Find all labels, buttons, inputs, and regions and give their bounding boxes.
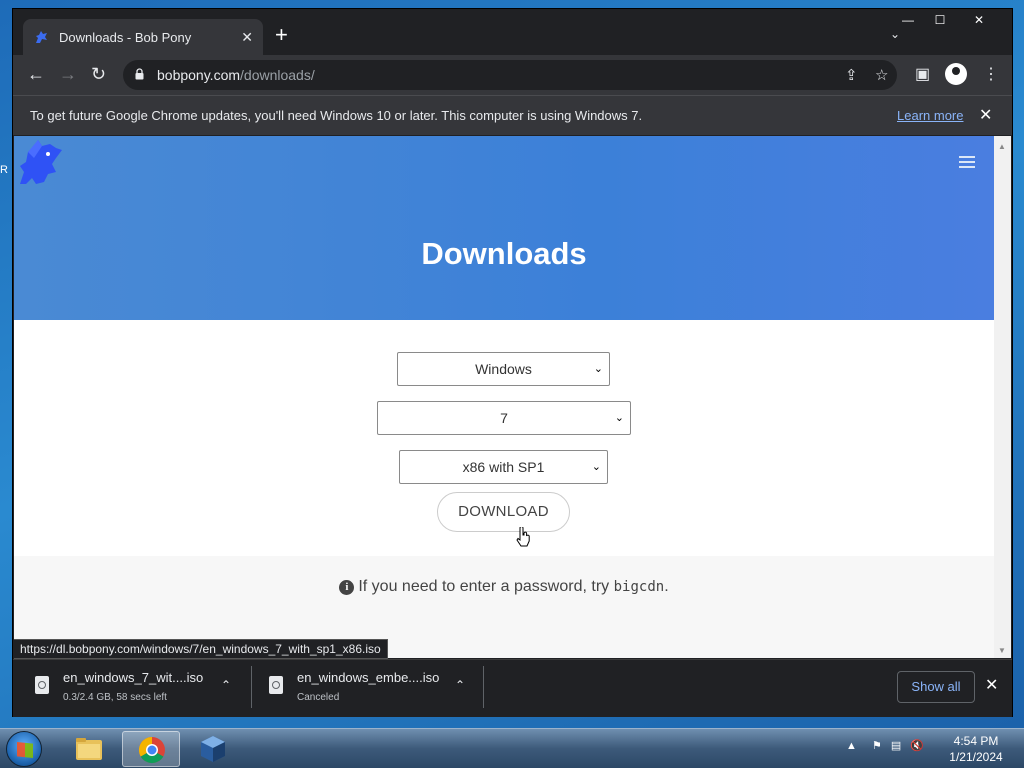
desktop-edge-label: R bbox=[0, 164, 8, 176]
cube-icon bbox=[201, 736, 225, 762]
infobar-message: To get future Google Chrome updates, you… bbox=[30, 108, 643, 123]
download-filename: en_windows_embe....iso bbox=[297, 670, 440, 685]
edition-select[interactable]: x86 with SP1 ⌄ bbox=[399, 450, 608, 484]
shelf-close-icon[interactable]: ✕ bbox=[985, 675, 998, 695]
chrome-logo-icon bbox=[138, 736, 165, 764]
chrome-window: Downloads - Bob Pony ✕ + ⌄ — ☐ ✕ ← → ↻ b… bbox=[12, 8, 1013, 717]
update-infobar: To get future Google Chrome updates, you… bbox=[13, 95, 1012, 135]
page-title: Downloads bbox=[421, 236, 587, 271]
chrome-icon[interactable] bbox=[122, 731, 180, 767]
hero-banner: Downloads bbox=[14, 136, 994, 320]
edition-select-value: x86 with SP1 bbox=[462, 459, 545, 475]
tab-close-icon[interactable]: ✕ bbox=[241, 29, 253, 46]
folder-icon bbox=[76, 738, 102, 760]
action-center-icon[interactable]: ⚑ bbox=[872, 740, 882, 752]
reload-icon[interactable]: ↻ bbox=[91, 64, 106, 84]
learn-more-link[interactable]: Learn more bbox=[897, 108, 963, 123]
chevron-down-icon: ⌄ bbox=[591, 461, 601, 473]
download-shelf: en_windows_7_wit....iso 0.3/2.4 GB, 58 s… bbox=[13, 659, 1012, 717]
clock-time: 4:54 PM bbox=[953, 734, 999, 748]
scroll-down-icon[interactable]: ▼ bbox=[998, 646, 1006, 655]
new-tab-button[interactable]: + bbox=[275, 23, 288, 47]
os-select[interactable]: Windows ⌄ bbox=[397, 352, 610, 386]
page-scrollbar[interactable]: ▲ ▼ bbox=[994, 136, 1011, 658]
file-icon bbox=[269, 676, 283, 694]
browser-toolbar: ← → ↻ bobpony.com/downloads/ ⇪ ☆ ▣ ⋮ bbox=[13, 55, 1012, 95]
status-url-bubble: https://dl.bobpony.com/windows/7/en_wind… bbox=[14, 639, 388, 659]
show-all-button[interactable]: Show all bbox=[897, 671, 975, 703]
start-button[interactable] bbox=[6, 731, 42, 767]
minimize-button[interactable]: — bbox=[892, 11, 924, 29]
version-select-value: 7 bbox=[500, 410, 508, 426]
maximize-button[interactable]: ☐ bbox=[924, 11, 956, 29]
download-filename: en_windows_7_wit....iso bbox=[63, 670, 204, 685]
explorer-icon[interactable] bbox=[60, 731, 118, 767]
hamburger-menu-icon[interactable] bbox=[959, 156, 975, 171]
virtualbox-icon[interactable] bbox=[184, 731, 242, 767]
bobpony-logo[interactable] bbox=[16, 138, 64, 186]
url-path: /downloads/ bbox=[240, 67, 315, 83]
bookmark-star-icon[interactable]: ☆ bbox=[875, 66, 888, 84]
scroll-up-icon[interactable]: ▲ bbox=[998, 142, 1006, 151]
menu-kebab-icon[interactable]: ⋮ bbox=[983, 64, 999, 84]
clock-date: 1/21/2024 bbox=[949, 750, 1003, 764]
chevron-up-icon[interactable]: ⌃ bbox=[221, 678, 231, 692]
download-status: Canceled bbox=[297, 692, 340, 703]
taskbar-clock[interactable]: 4:54 PM 1/21/2024 bbox=[944, 733, 1008, 765]
share-icon[interactable]: ⇪ bbox=[845, 66, 858, 84]
os-select-value: Windows bbox=[475, 361, 532, 377]
tab-downloads[interactable]: Downloads - Bob Pony ✕ bbox=[23, 19, 263, 55]
network-icon[interactable]: ▤ bbox=[891, 740, 901, 752]
hand-cursor-icon bbox=[516, 527, 530, 547]
tray-expand-icon[interactable]: ▲ bbox=[846, 740, 857, 752]
page-viewport: Downloads Windows ⌄ 7 ⌄ x86 with SP1 ⌄ D… bbox=[14, 136, 994, 658]
password-code: bigcdn bbox=[613, 579, 665, 595]
back-icon[interactable]: ← bbox=[27, 64, 45, 84]
profile-avatar-icon[interactable] bbox=[945, 63, 967, 85]
divider bbox=[483, 666, 484, 708]
close-window-button[interactable]: ✕ bbox=[956, 11, 1002, 29]
password-note: i If you need to enter a password, try bi… bbox=[14, 578, 994, 596]
download-status: 0.3/2.4 GB, 58 secs left bbox=[63, 692, 167, 703]
title-bar: Downloads - Bob Pony ✕ + ⌄ — ☐ ✕ bbox=[13, 9, 1012, 55]
bobpony-icon bbox=[36, 31, 47, 43]
address-bar[interactable]: bobpony.com/downloads/ ⇪ ☆ bbox=[123, 60, 897, 90]
version-select[interactable]: 7 ⌄ bbox=[377, 401, 631, 435]
system-tray: ▲ ⚑ ▤ 🔇 bbox=[846, 739, 924, 752]
download-item[interactable]: en_windows_7_wit....iso 0.3/2.4 GB, 58 s… bbox=[35, 668, 245, 712]
password-note-suffix: . bbox=[664, 578, 669, 595]
divider bbox=[251, 666, 252, 708]
download-button[interactable]: DOWNLOAD bbox=[437, 492, 570, 532]
tab-search-icon[interactable]: ⌄ bbox=[890, 27, 900, 41]
windows-taskbar: ▲ ⚑ ▤ 🔇 4:54 PM 1/21/2024 bbox=[0, 728, 1024, 768]
info-icon: i bbox=[339, 580, 355, 595]
volume-muted-icon[interactable]: 🔇 bbox=[910, 740, 924, 752]
chevron-up-icon[interactable]: ⌃ bbox=[455, 678, 465, 692]
url-text[interactable]: bobpony.com/downloads/ bbox=[157, 67, 315, 83]
chevron-down-icon: ⌄ bbox=[614, 412, 624, 424]
lock-icon[interactable] bbox=[135, 68, 144, 80]
file-icon bbox=[35, 676, 49, 694]
forward-icon[interactable]: → bbox=[59, 64, 77, 84]
url-host: bobpony.com bbox=[157, 67, 241, 83]
tab-title: Downloads - Bob Pony bbox=[59, 29, 192, 45]
password-note-prefix: If you need to enter a password, try bbox=[358, 578, 610, 595]
chevron-down-icon: ⌄ bbox=[593, 363, 603, 375]
infobar-close-icon[interactable]: ✕ bbox=[979, 105, 992, 125]
download-item[interactable]: en_windows_embe....iso Canceled ⌃ bbox=[269, 668, 479, 712]
side-panel-icon[interactable]: ▣ bbox=[915, 64, 930, 84]
window-controls: — ☐ ✕ bbox=[892, 11, 1002, 29]
